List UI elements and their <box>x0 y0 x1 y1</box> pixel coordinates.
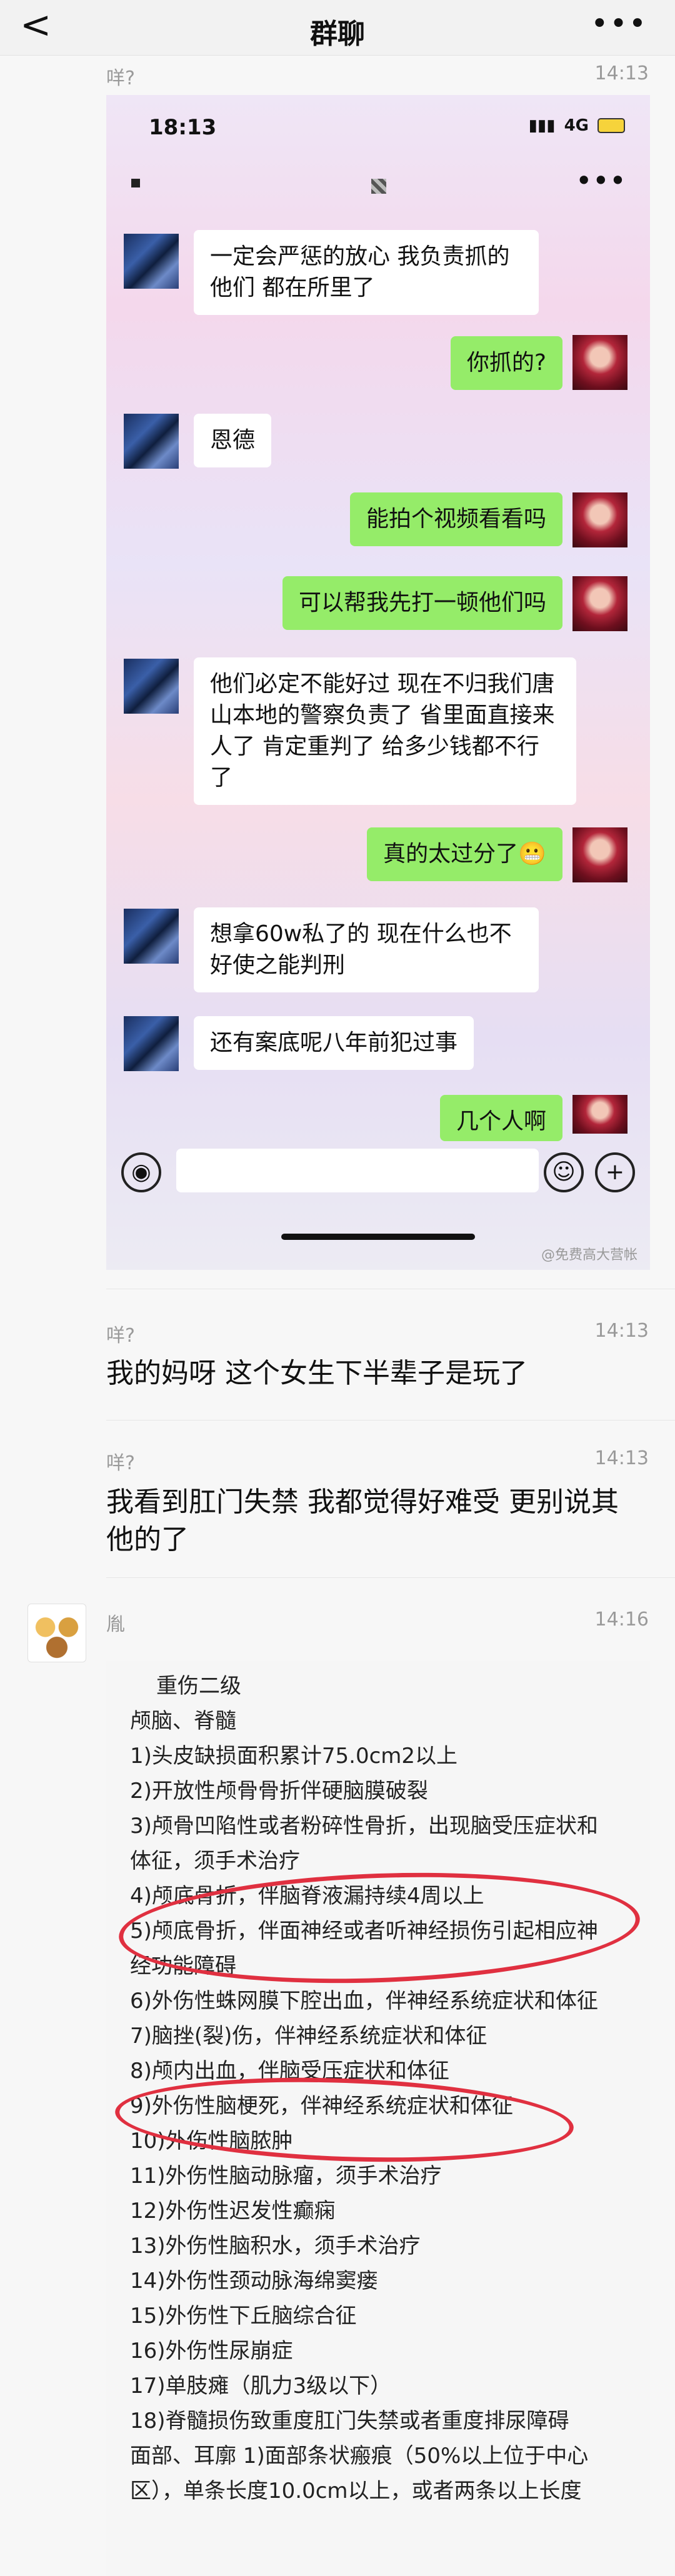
chat-bubble-left: 还有案底呢八年前犯过事 <box>194 1016 474 1070</box>
battery-icon <box>598 118 625 133</box>
avatar <box>124 234 179 289</box>
chat-bubble-right: 你抓的? <box>450 336 562 390</box>
voice-icon: ◉ <box>121 1152 161 1192</box>
watermark: @免费高大营帐 <box>541 1247 638 1263</box>
list-line: 13)外伤性脑积水，须手术治疗 <box>130 2234 421 2259</box>
blurred-title-icon <box>131 179 140 187</box>
list-line: 体征，须手术治疗 <box>130 1849 300 1874</box>
avatar <box>572 492 628 547</box>
divider <box>106 1577 675 1578</box>
highlight-ring <box>113 2070 576 2169</box>
chat-bubble-right: 能拍个视频看看吗 <box>349 492 562 546</box>
status-bar-indicators: ▮▮▮ 4G <box>529 116 625 135</box>
sender-name: 咩? <box>106 1325 135 1347</box>
list-line: 14)外伤性颈动脉海绵窦瘘 <box>130 2269 378 2294</box>
status-bar-time: 18:13 <box>149 115 217 140</box>
message-text[interactable]: 我的妈呀 这个女生下半辈子是玩了 <box>106 1355 644 1392</box>
message-text[interactable]: 我看到肛门失禁 我都觉得好难受 更别说其他的了 <box>106 1484 644 1559</box>
list-line: 1)头皮缺损面积累计75.0cm2以上 <box>130 1744 458 1769</box>
message-time: 14:13 <box>594 1320 649 1342</box>
message-time: 14:13 <box>594 1447 649 1469</box>
avatar <box>572 576 628 631</box>
blurred-title-icon <box>371 179 386 194</box>
more-options-button[interactable]: ••• <box>591 9 648 39</box>
chat-bubble-right: 可以帮我先打一顿他们吗 <box>282 576 562 630</box>
avatar <box>572 335 628 390</box>
sender-name: 咩? <box>106 1452 135 1474</box>
list-line: 区），单条长度10.0cm以上，或者两条以上长度 <box>130 2479 582 2504</box>
message-time: 14:13 <box>594 62 649 84</box>
message-input <box>176 1149 539 1192</box>
avatar <box>124 414 179 469</box>
avatar <box>572 1095 628 1134</box>
more-icon: ••• <box>575 164 626 197</box>
chat-bubble-right: 真的太过分了😬 <box>367 827 562 881</box>
list-line: 17)单肢瘫（肌力3级以下） <box>130 2374 392 2399</box>
chat-bubble-left: 恩德 <box>194 414 272 467</box>
list-line: 12)外伤性迟发性癫痫 <box>130 2199 336 2224</box>
plus-icon: + <box>595 1152 635 1192</box>
list-line: 面部、耳廓 1)面部条状瘢痕（50%以上位于中心 <box>130 2444 589 2469</box>
sender-name: 胤 <box>106 1614 125 1635</box>
injury-standard-image[interactable]: 重伤二级 颅脑、脊髓 1)头皮缺损面积累计75.0cm2以上 2)开放性颅骨骨折… <box>106 1661 650 2576</box>
avatar <box>124 909 179 964</box>
list-line: 颅脑、脊髓 <box>130 1709 236 1734</box>
input-bar: ◉ ☺ + <box>106 1134 650 1202</box>
page-title: 群聊 <box>310 18 365 50</box>
message-time: 14:16 <box>594 1609 649 1630</box>
list-line: 11)外伤性脑动脉瘤，须手术治疗 <box>130 2164 442 2189</box>
list-line: 16)外伤性尿崩症 <box>130 2339 293 2364</box>
list-line: 重伤二级 <box>156 1674 241 1699</box>
home-indicator <box>281 1234 475 1240</box>
chat-bubble-left: 想拿60w私了的 现在什么也不好使之能判刑 <box>194 907 539 992</box>
list-line: 7)脑挫(裂)伤，伴神经系统症状和体征 <box>130 2024 488 2049</box>
list-line: 15)外伤性下丘脑综合征 <box>130 2304 357 2329</box>
signal-icon: ▮▮▮ <box>528 116 556 135</box>
network-label: 4G <box>564 116 589 135</box>
avatar[interactable] <box>28 1604 86 1662</box>
avatar <box>124 1016 179 1071</box>
chat-screenshot-image[interactable]: 18:13 ▮▮▮ 4G ••• 一定会严惩的放心 我负责抓的他们 都在所里了 … <box>106 95 650 1270</box>
sender-name: 咩? <box>106 67 135 89</box>
avatar <box>124 659 179 714</box>
chat-bubble-left: 他们必定不能好过 现在不归我们唐山本地的警察负责了 省里面直接来人了 肯定重判了… <box>194 657 576 805</box>
avatar <box>572 827 628 882</box>
list-line: 3)颅骨凹陷性或者粉碎性骨折，出现脑受压症状和 <box>130 1814 598 1839</box>
nav-bar: < 群聊 ••• <box>0 0 675 56</box>
emoji-icon: ☺ <box>544 1152 584 1192</box>
list-line: 18)脊髓损伤致重度肛门失禁或者重度排尿障碍 <box>130 2409 569 2434</box>
list-line: 2)开放性颅骨骨折伴硬脑膜破裂 <box>130 1779 428 1804</box>
chat-bubble-left: 一定会严惩的放心 我负责抓的他们 都在所里了 <box>194 230 539 315</box>
list-line: 6)外伤性蛛网膜下腔出血，伴神经系统症状和体征 <box>130 1989 598 2014</box>
